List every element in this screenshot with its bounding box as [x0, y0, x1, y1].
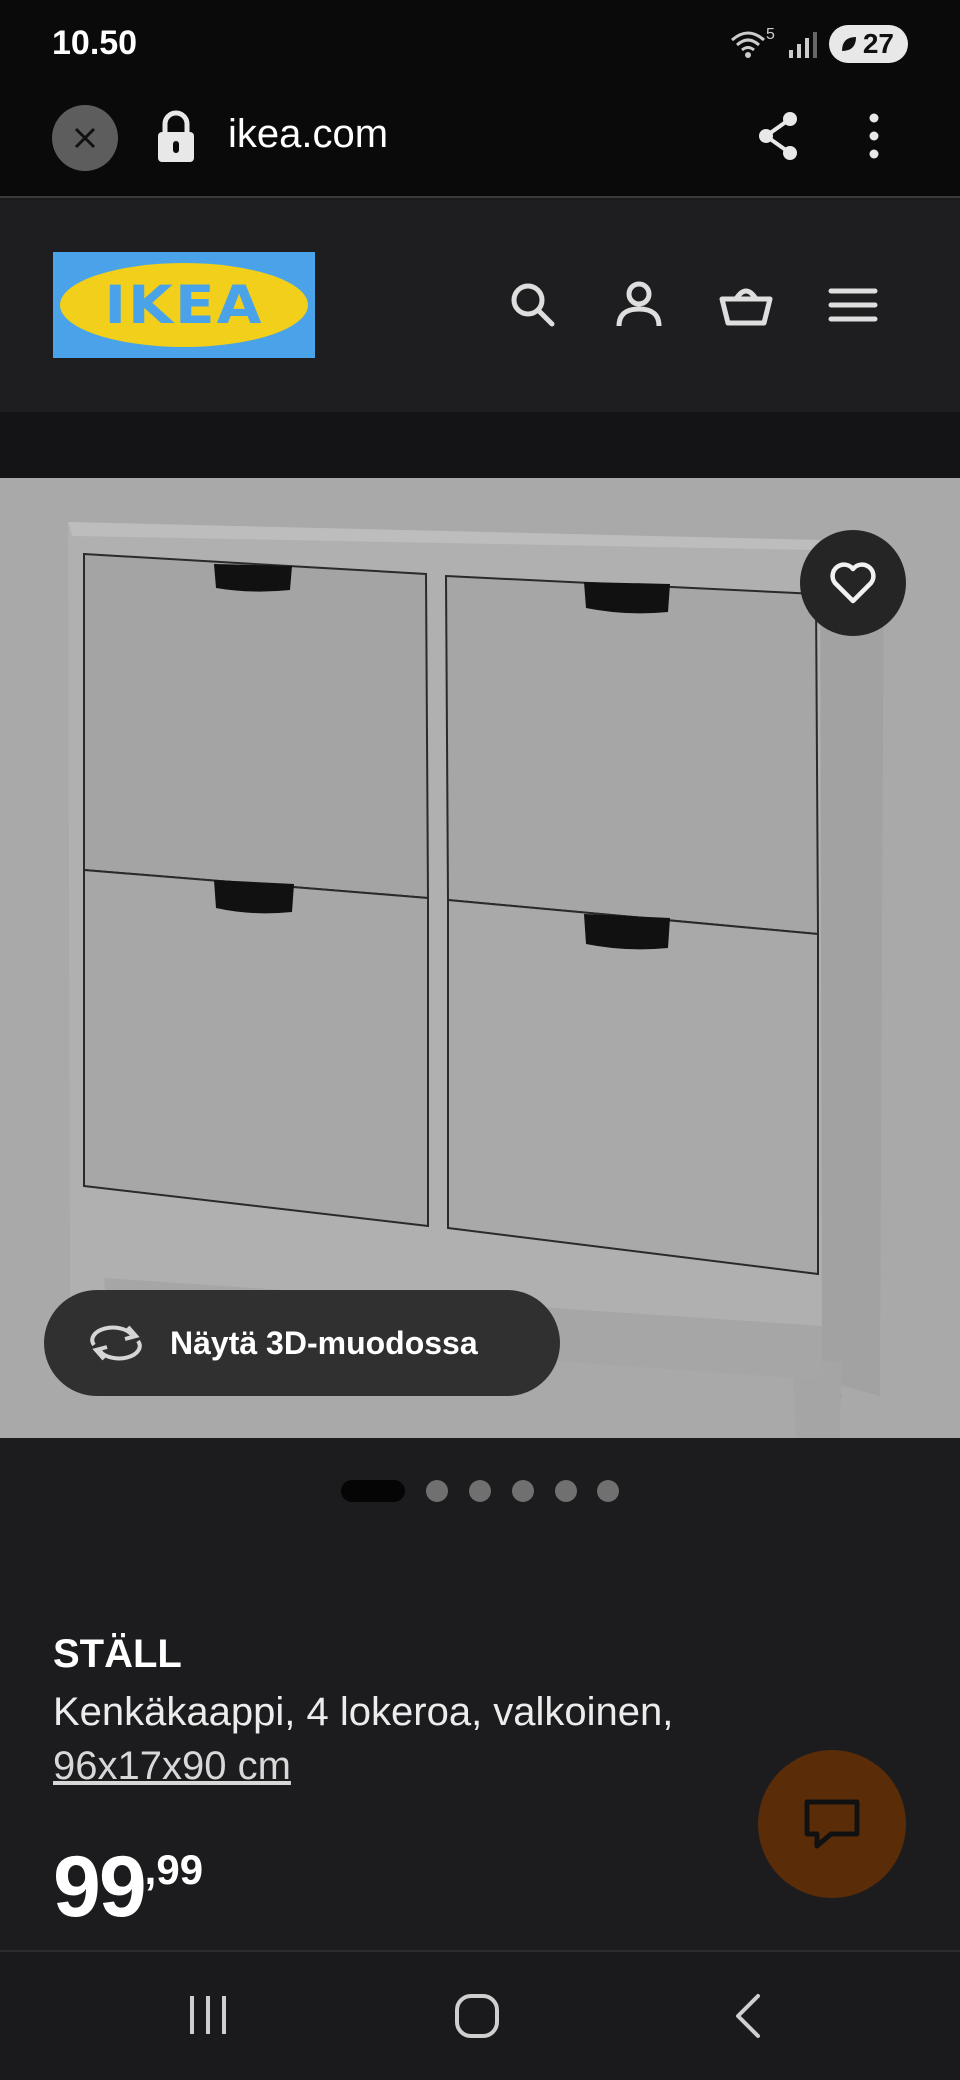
- close-icon: [74, 127, 96, 149]
- chat-button[interactable]: [758, 1750, 906, 1898]
- price-integer: 99: [53, 1839, 147, 1935]
- price-decimal: ,99: [144, 1846, 204, 1893]
- back-icon[interactable]: [730, 1992, 766, 2040]
- signal-icon: [788, 32, 817, 58]
- lock-icon[interactable]: [154, 108, 198, 164]
- status-bar: 10.50 5 27: [0, 0, 960, 90]
- product-name: STÄLL: [53, 1632, 182, 1676]
- logo-text: IKEA: [104, 274, 264, 336]
- leaf-icon: [841, 37, 856, 51]
- status-time: 10.50: [52, 24, 138, 62]
- more-icon[interactable]: [862, 110, 886, 162]
- browser-url-bar: ikea.com: [0, 90, 960, 198]
- pagination-dot-active[interactable]: [341, 1480, 405, 1502]
- pagination-dot[interactable]: [512, 1480, 534, 1502]
- close-tab-button[interactable]: [52, 105, 118, 171]
- view-3d-button[interactable]: Näytä 3D-muodossa: [44, 1290, 560, 1396]
- pagination-dot[interactable]: [426, 1480, 448, 1502]
- menu-icon[interactable]: [825, 277, 881, 333]
- pagination-dot[interactable]: [597, 1480, 619, 1502]
- header-divider-band: [0, 412, 960, 478]
- pagination-dot[interactable]: [555, 1480, 577, 1502]
- share-icon[interactable]: [756, 110, 800, 162]
- product-dimensions-link[interactable]: 96x17x90 cm: [53, 1739, 753, 1793]
- wifi-icon: [730, 31, 765, 58]
- gallery-pagination: [0, 1480, 960, 1502]
- rotate-3d-icon: [90, 1325, 142, 1361]
- view-3d-label: Näytä 3D-muodossa: [170, 1324, 478, 1361]
- battery-indicator: 27: [828, 25, 908, 63]
- product-info: STÄLL Kenkäkaappi, 4 lokeroa, valkoinen,…: [53, 1632, 753, 1793]
- battery-level: 27: [862, 28, 894, 59]
- ikea-logo[interactable]: IKEA: [53, 252, 315, 358]
- home-icon[interactable]: [453, 1992, 501, 2040]
- network-label: 5: [765, 26, 775, 43]
- site-header: IKEA: [0, 200, 960, 412]
- product-image-gallery[interactable]: Näytä 3D-muodossa: [0, 478, 960, 1438]
- heart-icon: [830, 562, 876, 604]
- status-icons: 5 27: [728, 24, 908, 64]
- product-price: 99,99: [53, 1838, 203, 1937]
- search-icon[interactable]: [505, 277, 561, 333]
- logo-oval: IKEA: [60, 263, 308, 347]
- url-text[interactable]: ikea.com: [228, 112, 388, 157]
- favorite-button[interactable]: [800, 530, 906, 636]
- pagination-dot[interactable]: [469, 1480, 491, 1502]
- recents-icon[interactable]: [186, 1992, 230, 2038]
- system-nav-bar: [0, 1950, 960, 2080]
- product-description: Kenkäkaappi, 4 lokeroa, valkoinen,: [53, 1690, 674, 1734]
- chat-icon: [804, 1799, 860, 1849]
- basket-icon[interactable]: [718, 277, 774, 333]
- user-icon[interactable]: [611, 277, 667, 333]
